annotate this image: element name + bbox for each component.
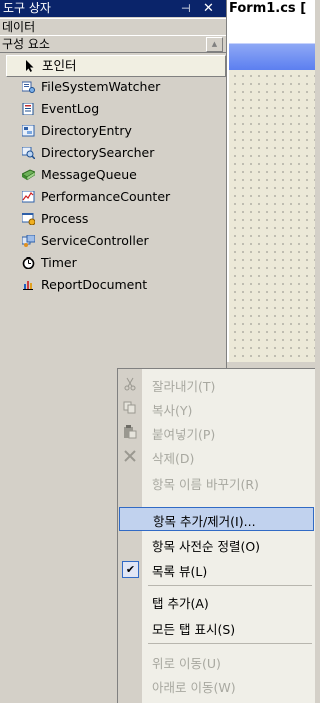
- menu-item-list-view[interactable]: ✔ 목록 뷰(L): [118, 557, 315, 581]
- menu-item-sort-alphabetically[interactable]: 항목 사전순 정렬(O): [118, 532, 315, 556]
- menu-item-label: 위로 이동(U): [152, 656, 221, 671]
- toolbox-item-process[interactable]: Process: [0, 208, 226, 230]
- toolbox-item-label: FileSystemWatcher: [41, 79, 161, 94]
- menu-separator: [148, 585, 312, 586]
- menu-item-label: 모든 탭 표시(S): [152, 622, 236, 637]
- menu-item-paste[interactable]: 붙여넣기(P): [118, 420, 315, 444]
- menu-item-label: 목록 뷰(L): [152, 564, 208, 579]
- pin-icon[interactable]: ⊣: [181, 0, 191, 17]
- toolbox-item-timer[interactable]: Timer: [0, 252, 226, 274]
- menu-item-move-down[interactable]: 아래로 이동(W): [118, 673, 315, 697]
- toolbox-item-servicecontroller[interactable]: ServiceController: [0, 230, 226, 252]
- report-document-icon: [23, 281, 33, 290]
- designer-tab-label: Form1.cs [: [229, 1, 307, 16]
- process-icon: [22, 213, 35, 225]
- toolbox-item-performancecounter[interactable]: PerformanceCounter: [0, 186, 226, 208]
- menu-separator: [148, 643, 312, 644]
- tab-components-label: 구성 요소: [2, 37, 50, 51]
- toolbox-item-directorysearcher[interactable]: DirectorySearcher: [0, 142, 226, 164]
- timer-icon: [22, 257, 35, 269]
- toolbox-item-pointer[interactable]: 포인터: [6, 55, 226, 77]
- message-queue-icon: [22, 169, 35, 181]
- menu-item-add-tab[interactable]: 탭 추가(A): [118, 589, 315, 613]
- menu-item-label: 삭제(D): [152, 451, 195, 466]
- directory-entry-icon: [22, 125, 35, 137]
- toolbox-item-messagequeue[interactable]: MessageQueue: [0, 164, 226, 186]
- file-system-watcher-icon: [22, 81, 35, 93]
- toolbox-item-label: MessageQueue: [41, 167, 137, 182]
- toolbox-item-eventlog[interactable]: EventLog: [0, 98, 226, 120]
- menu-item-add-remove-items[interactable]: 항목 추가/제거(I)...: [119, 507, 314, 531]
- toolbox-item-label: PerformanceCounter: [41, 189, 171, 204]
- event-log-icon: [22, 103, 34, 115]
- scroll-up-button[interactable]: ▲: [206, 37, 223, 52]
- context-menu: 잘라내기(T) 복사(Y) 붙여넣기(P) 삭제(D) 항목 이름 바꾸기(R)…: [117, 368, 315, 703]
- menu-item-label: 복사(Y): [152, 403, 193, 418]
- form-design-surface[interactable]: [229, 70, 315, 362]
- cut-icon: [124, 377, 136, 391]
- tab-data[interactable]: 데이터: [0, 18, 226, 36]
- pointer-icon: [26, 60, 34, 72]
- directory-searcher-icon: [22, 147, 35, 159]
- designer-document-tab[interactable]: Form1.cs [: [227, 0, 315, 18]
- close-icon[interactable]: ✕: [203, 0, 214, 17]
- toolbox-item-filesystemwatcher[interactable]: FileSystemWatcher: [0, 76, 226, 98]
- toolbox-title: 도구 상자: [3, 1, 51, 15]
- menu-item-move-up[interactable]: 위로 이동(U): [118, 649, 315, 673]
- toolbox-item-directoryentry[interactable]: DirectoryEntry: [0, 120, 226, 142]
- tab-components[interactable]: 구성 요소 ▲: [0, 35, 226, 53]
- toolbox-item-label: Process: [41, 211, 89, 226]
- toolbox-title-bar: 도구 상자 ⊣ ✕: [0, 0, 226, 17]
- toolbox-item-label: ServiceController: [41, 233, 149, 248]
- menu-item-show-all-tabs[interactable]: 모든 탭 표시(S): [118, 615, 315, 639]
- checkmark-icon: ✔: [122, 561, 139, 578]
- toolbox-item-label: Timer: [41, 255, 77, 270]
- menu-item-label: 항목 추가/제거(I)...: [153, 514, 256, 529]
- tab-data-label: 데이터: [2, 20, 36, 34]
- toolbox-item-label: DirectorySearcher: [41, 145, 155, 160]
- menu-item-label: 아래로 이동(W): [152, 680, 236, 695]
- toolbox-item-label: DirectoryEntry: [41, 123, 132, 138]
- menu-item-label: 항목 사전순 정렬(O): [152, 539, 261, 554]
- menu-item-label: 항목 이름 바꾸기(R): [152, 477, 259, 492]
- delete-icon: [124, 450, 136, 462]
- form-title-bar[interactable]: [229, 43, 315, 70]
- menu-item-rename[interactable]: 항목 이름 바꾸기(R): [118, 470, 315, 494]
- service-controller-icon: [22, 235, 35, 247]
- copy-icon: [123, 401, 136, 414]
- menu-item-delete[interactable]: 삭제(D): [118, 444, 315, 468]
- menu-item-label: 붙여넣기(P): [152, 427, 216, 442]
- toolbox-item-reportdocument[interactable]: ReportDocument: [0, 274, 226, 296]
- performance-counter-icon: [22, 191, 35, 203]
- paste-icon: [124, 425, 137, 439]
- toolbox-item-label: ReportDocument: [41, 277, 148, 292]
- menu-item-copy[interactable]: 복사(Y): [118, 396, 315, 420]
- menu-item-label: 잘라내기(T): [152, 379, 216, 394]
- toolbox-item-label: 포인터: [42, 58, 77, 73]
- toolbox-item-label: EventLog: [41, 101, 100, 116]
- menu-item-label: 탭 추가(A): [152, 596, 209, 611]
- menu-item-cut[interactable]: 잘라내기(T): [118, 372, 315, 396]
